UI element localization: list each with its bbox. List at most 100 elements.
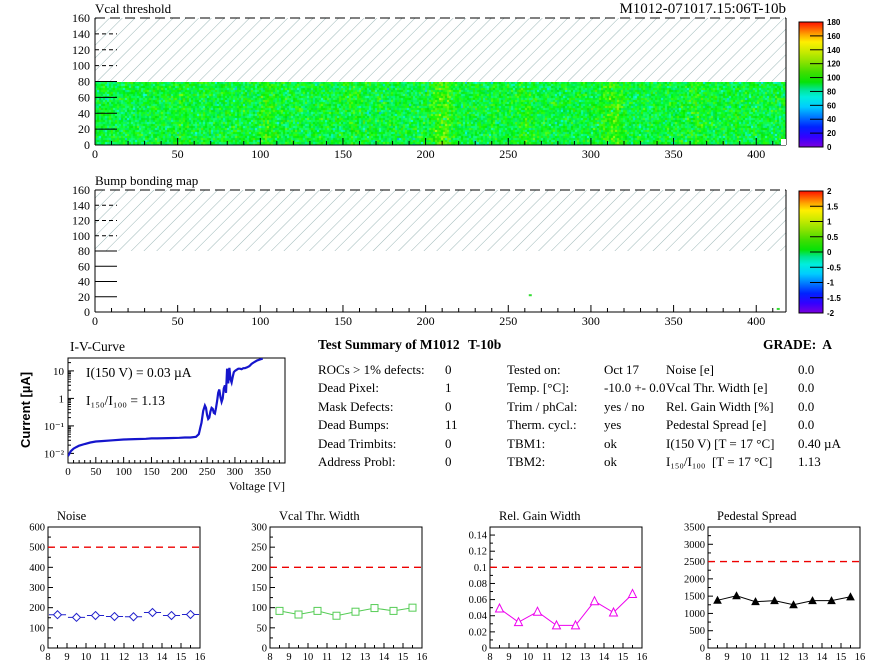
- trend-plot-vcal_thr_width: 0 50 100 150 200 250 300 8 9 10 11 12 13 14 15 16 Vcal T…: [251, 509, 427, 663]
- svg-text:2500: 2500: [684, 557, 705, 568]
- svg-text:200: 200: [417, 147, 435, 161]
- svg-text:12: 12: [561, 652, 572, 663]
- svg-text:0: 0: [92, 147, 98, 161]
- svg-text:I-V-Curve: I-V-Curve: [70, 339, 125, 354]
- svg-text:13: 13: [798, 652, 809, 663]
- svg-text:1: 1: [59, 393, 65, 405]
- svg-text:14: 14: [157, 652, 168, 663]
- svg-text:10⁻²: 10⁻²: [44, 448, 65, 460]
- svg-text:0: 0: [700, 644, 705, 655]
- svg-text:Vcal Thr. Width: Vcal Thr. Width: [279, 509, 360, 523]
- svg-text:0: 0: [40, 644, 45, 655]
- svg-text:300: 300: [227, 466, 244, 478]
- svg-text:15: 15: [176, 652, 187, 663]
- svg-text:10⁻¹: 10⁻¹: [44, 421, 64, 433]
- summary-value: 0: [445, 398, 452, 414]
- summary-value: 0: [445, 362, 452, 377]
- masked-region: [95, 190, 786, 251]
- svg-text:100: 100: [251, 603, 267, 614]
- charts-canvas: 0204060801001201401600 50 100 150 200 250 300 3…: [18, 1, 865, 663]
- summary-value: 0: [445, 454, 452, 469]
- summary-label: Dead Bumps:: [318, 417, 390, 433]
- svg-text:0: 0: [84, 305, 90, 319]
- svg-text:0.08: 0.08: [469, 579, 487, 590]
- svg-text:200: 200: [29, 603, 45, 614]
- svg-text:500: 500: [29, 543, 45, 554]
- svg-text:50: 50: [172, 314, 184, 328]
- svg-text:9: 9: [724, 652, 729, 663]
- svg-text:300: 300: [251, 523, 267, 534]
- svg-text:11: 11: [322, 652, 332, 663]
- svg-text:1: 1: [827, 218, 832, 227]
- summary-value: 0.40 µA: [798, 435, 841, 451]
- svg-text:50: 50: [172, 147, 184, 161]
- svg-text:400: 400: [29, 563, 45, 574]
- heatmap-vcal_threshold: 0204060801001201401600 50 100 150 200 250 300 3…: [72, 1, 787, 161]
- svg-text:15: 15: [398, 652, 409, 663]
- svg-text:120: 120: [72, 214, 90, 228]
- svg-text:11: 11: [100, 652, 110, 663]
- summary-value: 11: [445, 417, 458, 433]
- svg-text:400: 400: [747, 147, 765, 161]
- summary-value: 0.0: [798, 398, 815, 414]
- svg-text:2000: 2000: [684, 574, 705, 585]
- summary-value: ok: [604, 454, 617, 469]
- iv-curve-plot: 0 50 100 150 200 250 300 350 10 1 10⁻¹ 10⁻² I-V-Curv…: [18, 339, 286, 493]
- summary-value: ok: [604, 435, 617, 451]
- summary-value: 1: [445, 380, 452, 396]
- svg-text:2: 2: [827, 187, 832, 196]
- svg-text:20: 20: [827, 129, 836, 138]
- svg-text:1500: 1500: [684, 592, 705, 603]
- svg-text:14: 14: [817, 652, 828, 663]
- svg-text:150: 150: [251, 583, 267, 594]
- svg-text:11: 11: [760, 652, 770, 663]
- svg-text:140: 140: [72, 198, 90, 212]
- trend-plot-pedestal_spread: 0 500 1000 1500 2000 2500 3000 3500 8 9 10 11 12 13 14…: [684, 509, 865, 663]
- svg-text:300: 300: [29, 583, 45, 594]
- summary-value: 0.0: [798, 362, 815, 377]
- svg-text:50: 50: [90, 466, 102, 478]
- svg-text:10: 10: [81, 652, 92, 663]
- summary-value: yes / no: [604, 398, 645, 414]
- svg-text:100: 100: [29, 623, 45, 634]
- svg-text:60: 60: [78, 90, 90, 104]
- svg-text:100: 100: [72, 59, 90, 73]
- summary-value: 0.0: [798, 417, 815, 433]
- svg-text:M1012-071017.15:06T-10b: M1012-071017.15:06T-10b: [619, 1, 786, 17]
- summary-label: Noise [e]: [666, 362, 715, 377]
- svg-text:100: 100: [251, 147, 269, 161]
- svg-text:3500: 3500: [684, 523, 705, 534]
- svg-text:0.12: 0.12: [469, 547, 487, 558]
- svg-text:-0.5: -0.5: [827, 263, 841, 272]
- colorbar-bump_bonding: 2 1.5 1 0.5 0 -0.5 -1 -1.5 -2: [798, 187, 841, 318]
- svg-text:350: 350: [665, 314, 683, 328]
- svg-text:150: 150: [334, 147, 352, 161]
- svg-text:10: 10: [523, 652, 534, 663]
- summary-label: TBM2:: [507, 454, 546, 469]
- svg-text:600: 600: [29, 523, 45, 534]
- svg-text:0: 0: [482, 644, 487, 655]
- svg-text:-2: -2: [827, 309, 835, 318]
- svg-text:1.5: 1.5: [827, 202, 839, 211]
- svg-text:350: 350: [665, 147, 683, 161]
- svg-text:40: 40: [78, 275, 90, 289]
- svg-text:160: 160: [827, 32, 841, 41]
- noise-markers: [48, 607, 200, 623]
- masked-region: [95, 18, 786, 82]
- svg-text:0: 0: [92, 314, 98, 328]
- defect-dot: [776, 307, 780, 310]
- svg-text:0: 0: [262, 644, 267, 655]
- svg-text:Current [µA]: Current [µA]: [18, 372, 33, 448]
- svg-text:12: 12: [341, 652, 352, 663]
- svg-text:0: 0: [65, 466, 71, 478]
- svg-text:9: 9: [64, 652, 69, 663]
- svg-text:0: 0: [827, 143, 832, 152]
- svg-text:120: 120: [827, 60, 841, 69]
- summary-label: TBM1:: [507, 435, 546, 451]
- svg-text:Pedestal Spread: Pedestal Spread: [717, 509, 797, 523]
- svg-text:60: 60: [827, 101, 836, 110]
- svg-text:100: 100: [827, 74, 841, 83]
- svg-text:10: 10: [53, 366, 65, 378]
- svg-text:16: 16: [637, 652, 648, 663]
- summary-label: Rel. Gain Width [%]: [666, 398, 774, 414]
